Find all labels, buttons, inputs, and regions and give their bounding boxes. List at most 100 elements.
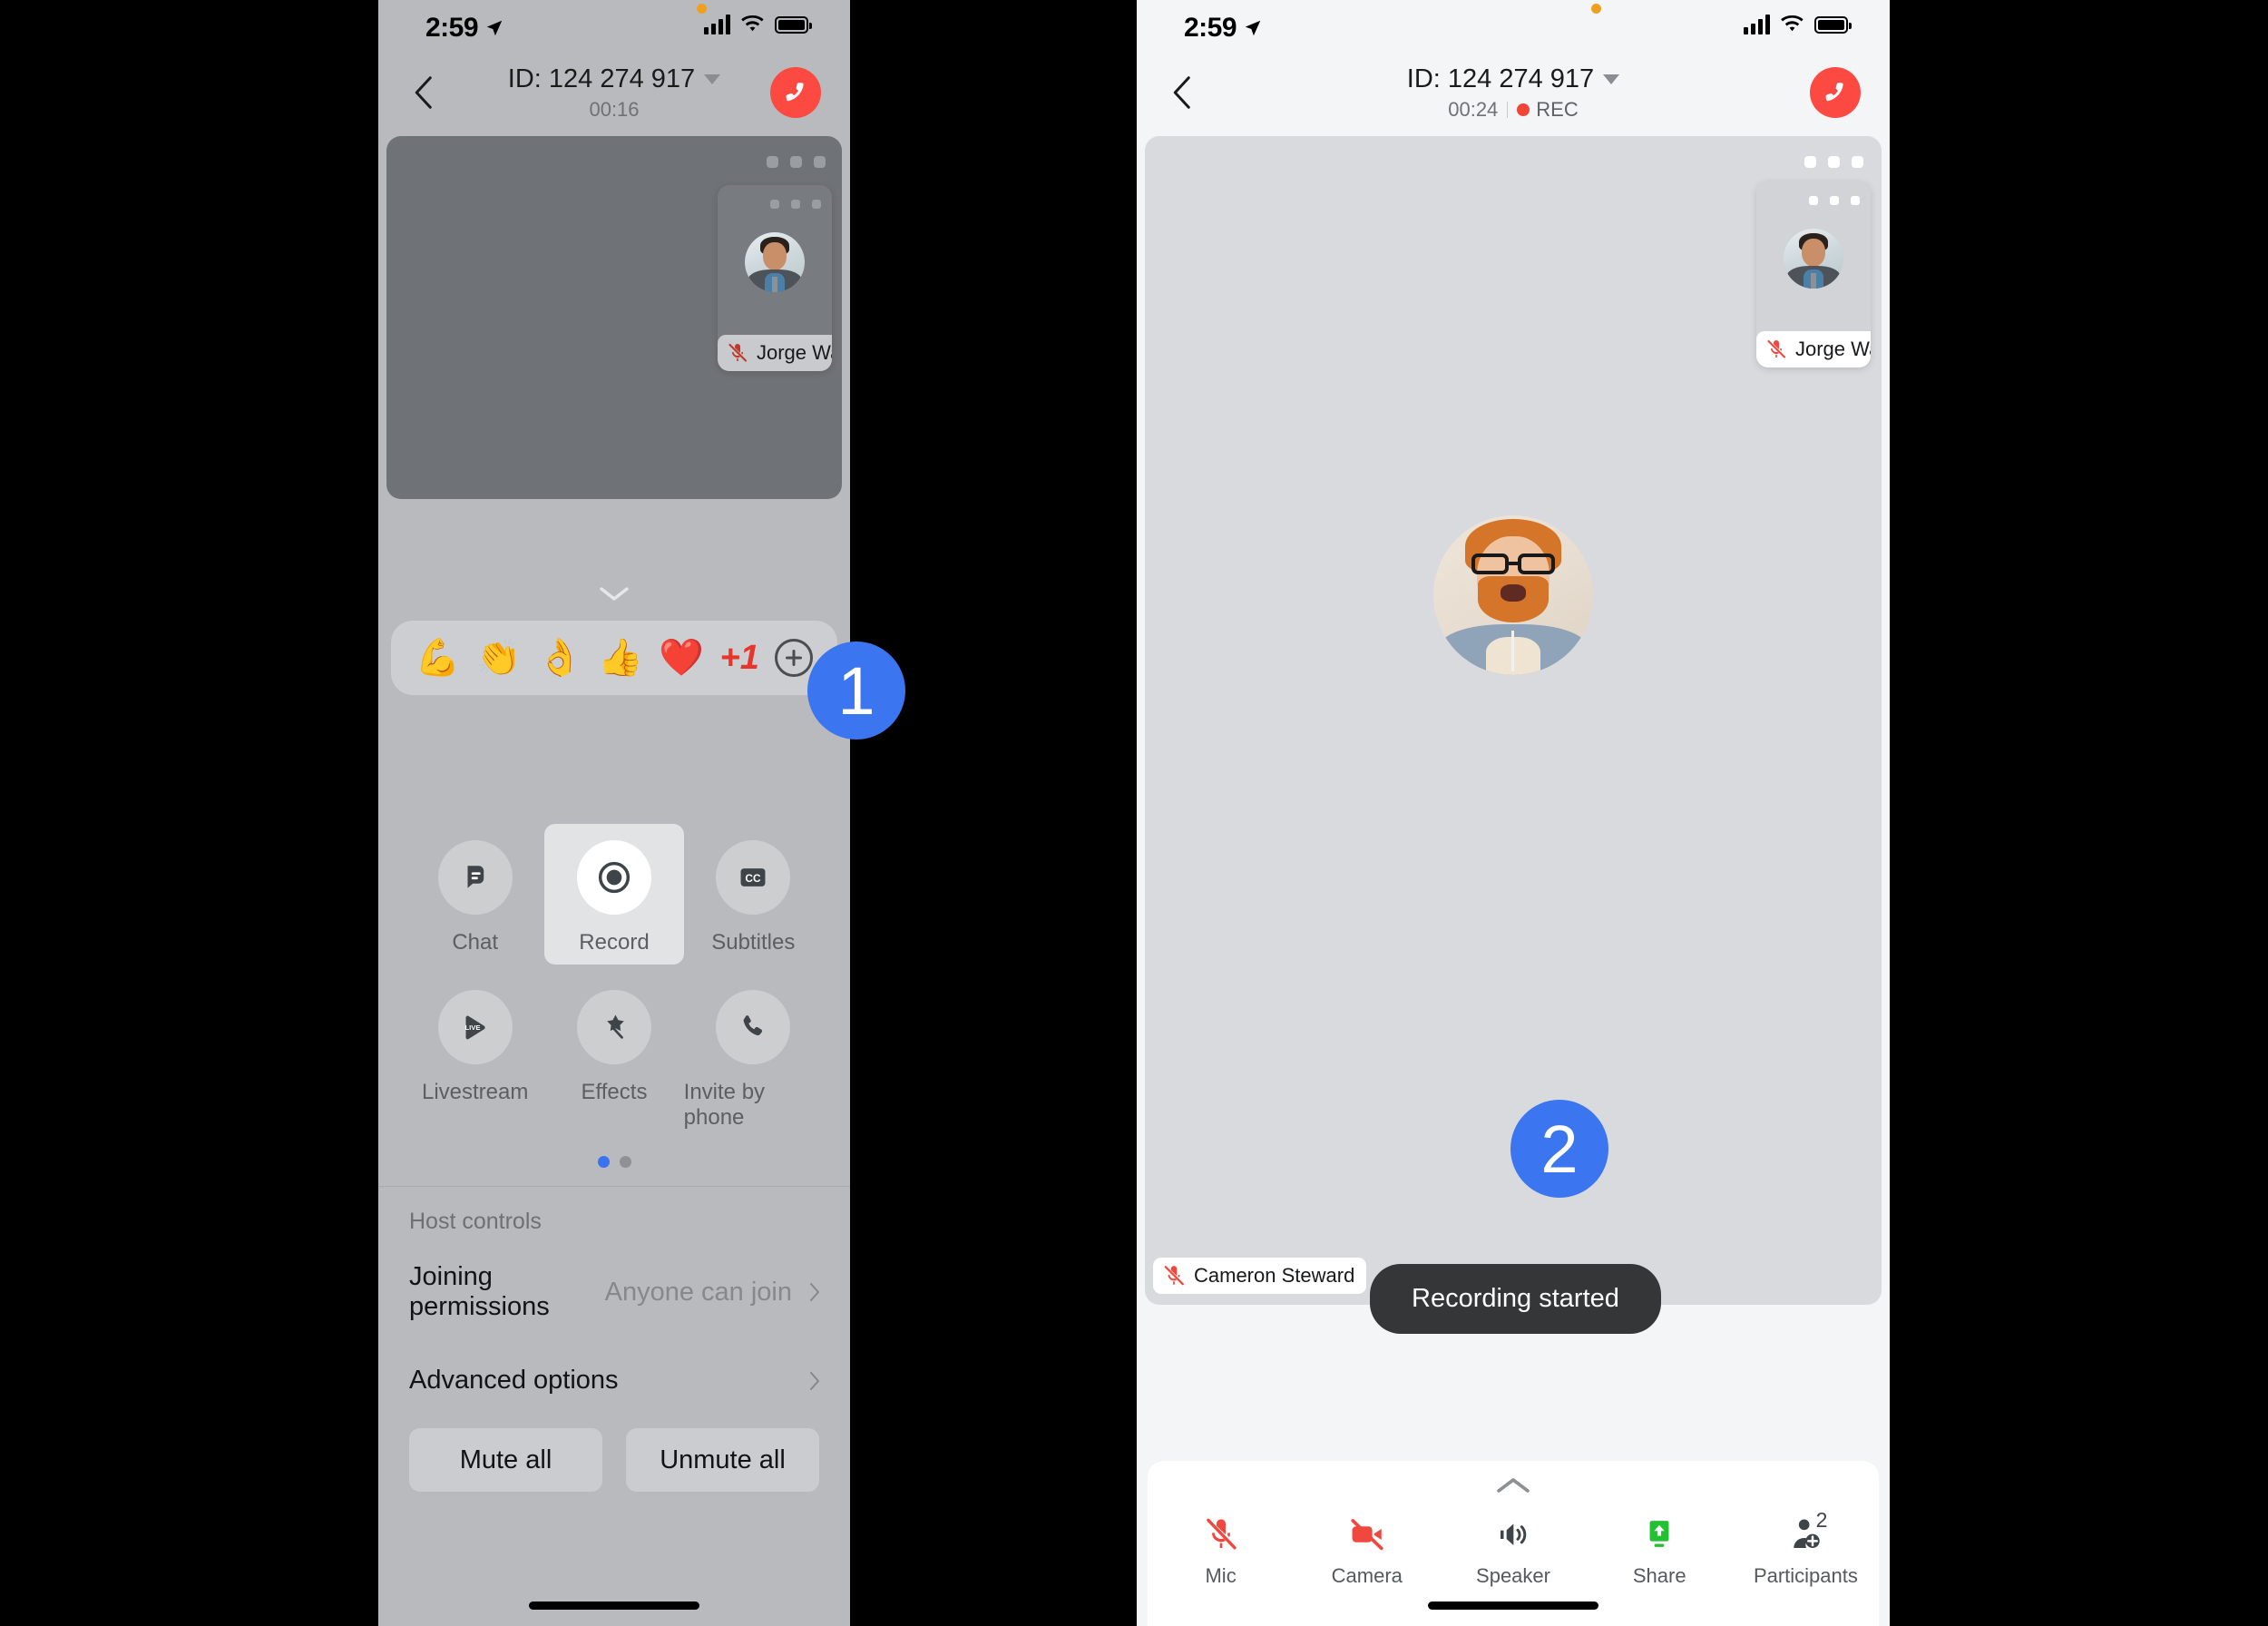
participants-count: 2 xyxy=(1815,1508,1828,1532)
reaction-flexed-biceps[interactable]: 💪 xyxy=(415,640,461,676)
plus-one-reaction[interactable]: +1 xyxy=(720,639,759,678)
action-row-1: Chat Record CC Subtitles xyxy=(406,824,823,965)
chevron-up-icon[interactable] xyxy=(1495,1475,1531,1495)
reaction-thumbs-up[interactable]: 👍 xyxy=(598,640,643,676)
add-reaction-icon[interactable] xyxy=(775,639,814,677)
share-screen-icon xyxy=(1642,1513,1677,1555)
more-options-icon[interactable] xyxy=(1804,156,1863,168)
status-time-label: 2:59 xyxy=(1184,13,1237,43)
reaction-red-heart[interactable]: ❤️ xyxy=(659,640,704,676)
toolbar-share[interactable]: Share xyxy=(1587,1513,1733,1588)
location-arrow-icon xyxy=(486,20,503,36)
camera-off-icon xyxy=(1348,1513,1386,1555)
page-dot-active[interactable] xyxy=(597,1156,610,1168)
status-indicators xyxy=(704,15,812,34)
more-options-icon[interactable] xyxy=(1809,196,1860,205)
pip-tile[interactable]: Jorge Wa... xyxy=(718,185,832,371)
active-speaker-name-chip: Cameron Steward xyxy=(1153,1258,1367,1294)
wifi-icon xyxy=(1781,15,1804,32)
page-dot[interactable] xyxy=(619,1156,631,1168)
active-speaker-avatar xyxy=(1433,515,1593,675)
row-advanced-options[interactable]: Advanced options xyxy=(378,1349,850,1426)
status-bar: 2:59 xyxy=(378,0,850,60)
status-indicators xyxy=(1744,15,1852,34)
more-options-icon[interactable] xyxy=(770,200,821,209)
cellular-bars-icon xyxy=(704,15,730,34)
participants-icon: 2 xyxy=(1787,1508,1827,1555)
action-label: Livestream xyxy=(421,1080,529,1104)
rec-label: REC xyxy=(1536,98,1579,121)
speaker-icon xyxy=(1495,1513,1531,1555)
status-time: 2:59 xyxy=(1184,13,1263,44)
action-effects[interactable]: Effects xyxy=(544,974,683,1140)
action-invite-by-phone[interactable]: Invite by phone xyxy=(684,974,823,1140)
toolbar-mic[interactable]: Mic xyxy=(1148,1513,1294,1588)
call-header: ID: 124 274 917 00:16 xyxy=(378,60,850,132)
call-duration: 00:24 xyxy=(1448,98,1499,121)
toolbar-camera[interactable]: Camera xyxy=(1294,1513,1440,1588)
reaction-ok-hand[interactable]: 👌 xyxy=(537,640,582,676)
action-grid: Chat Record CC Subtitles LIVE Livestream… xyxy=(378,798,850,1168)
participant-name-chip: Jorge Wa... xyxy=(1756,331,1871,367)
mute-all-button[interactable]: Mute all xyxy=(409,1428,602,1492)
action-row-2: LIVE Livestream Effects Invite by phone xyxy=(406,974,823,1140)
row-joining-permissions[interactable]: Joining permissions Anyone can join xyxy=(378,1235,850,1349)
recording-dot-icon xyxy=(1517,103,1530,116)
toolbar-label: Participants xyxy=(1753,1564,1858,1587)
screenshot-stage: 2:59 ID: 124 274 917 00:16 Jorge W 💪 👏 👌… xyxy=(0,0,2268,1626)
mute-buttons: Mute all Unmute all xyxy=(378,1428,850,1492)
home-indicator xyxy=(529,1602,699,1610)
status-time-label: 2:59 xyxy=(425,13,479,43)
step-badge-1: 1 xyxy=(807,642,905,740)
chevron-right-icon xyxy=(810,1283,819,1301)
row-label: Advanced options xyxy=(409,1366,619,1395)
action-chat[interactable]: Chat xyxy=(406,824,544,965)
more-options-icon[interactable] xyxy=(767,156,826,168)
location-arrow-icon xyxy=(1245,20,1261,36)
chevron-right-icon xyxy=(810,1371,819,1390)
end-call-button[interactable] xyxy=(770,67,821,118)
meeting-id-button[interactable]: ID: 124 274 917 xyxy=(1407,64,1620,94)
chat-bubble-icon xyxy=(437,840,513,915)
unmute-all-button[interactable]: Unmute all xyxy=(626,1428,819,1492)
home-indicator xyxy=(1428,1602,1598,1610)
toolbar-speaker[interactable]: Speaker xyxy=(1440,1513,1586,1588)
host-controls-title: Host controls xyxy=(409,1209,542,1234)
participant-name: Jorge Wa... xyxy=(757,341,832,364)
meeting-info: ID: 124 274 917 00:24 REC xyxy=(1137,64,1890,122)
options-sheet: Chat Record CC Subtitles LIVE Livestream… xyxy=(378,798,850,1626)
status-badge: REC xyxy=(1517,98,1579,122)
left-phone-screen: 2:59 ID: 124 274 917 00:16 Jorge W 💪 👏 👌… xyxy=(378,0,850,1626)
end-call-button[interactable] xyxy=(1810,67,1861,118)
toolbar-label: Mic xyxy=(1205,1564,1237,1587)
chevron-down-icon[interactable] xyxy=(598,584,631,602)
participant-name: Cameron Steward xyxy=(1194,1264,1355,1287)
action-subtitles[interactable]: CC Subtitles xyxy=(684,824,823,965)
svg-text:LIVE: LIVE xyxy=(464,1024,480,1032)
meeting-id-button[interactable]: ID: 124 274 917 xyxy=(508,64,721,94)
call-header: ID: 124 274 917 00:24 REC xyxy=(1137,60,1890,132)
pip-tile[interactable]: Jorge Wa... xyxy=(1756,181,1871,367)
battery-icon xyxy=(775,15,812,34)
right-phone-screen: 2:59 ID: 124 274 917 00:24 REC Jorge W C… xyxy=(1137,0,1890,1626)
recording-toast: Recording started xyxy=(1370,1264,1661,1334)
action-label: Subtitles xyxy=(711,930,796,955)
divider xyxy=(1507,102,1509,118)
live-stream-icon: LIVE xyxy=(437,990,513,1064)
row-label: Joining permissions xyxy=(409,1262,550,1321)
action-record[interactable]: Record xyxy=(544,824,684,965)
action-label: Invite by phone xyxy=(683,1080,766,1130)
reaction-bar[interactable]: 💪 👏 👌 👍 ❤️ +1 xyxy=(391,621,837,695)
mic-muted-icon xyxy=(1767,339,1786,358)
chevron-down-icon xyxy=(1603,74,1620,84)
toolbar-participants[interactable]: 2 Participants xyxy=(1733,1508,1879,1588)
closed-captions-icon: CC xyxy=(716,840,791,915)
toolbar-label: Share xyxy=(1632,1564,1686,1587)
row-value: Anyone can join xyxy=(604,1277,792,1307)
mic-muted-icon xyxy=(1203,1513,1239,1555)
action-livestream[interactable]: LIVE Livestream xyxy=(406,974,544,1140)
toolbar-label: Speaker xyxy=(1476,1564,1550,1587)
action-label: Record xyxy=(579,930,650,955)
page-indicator xyxy=(406,1156,823,1168)
reaction-clapping-hands[interactable]: 👏 xyxy=(476,640,522,676)
